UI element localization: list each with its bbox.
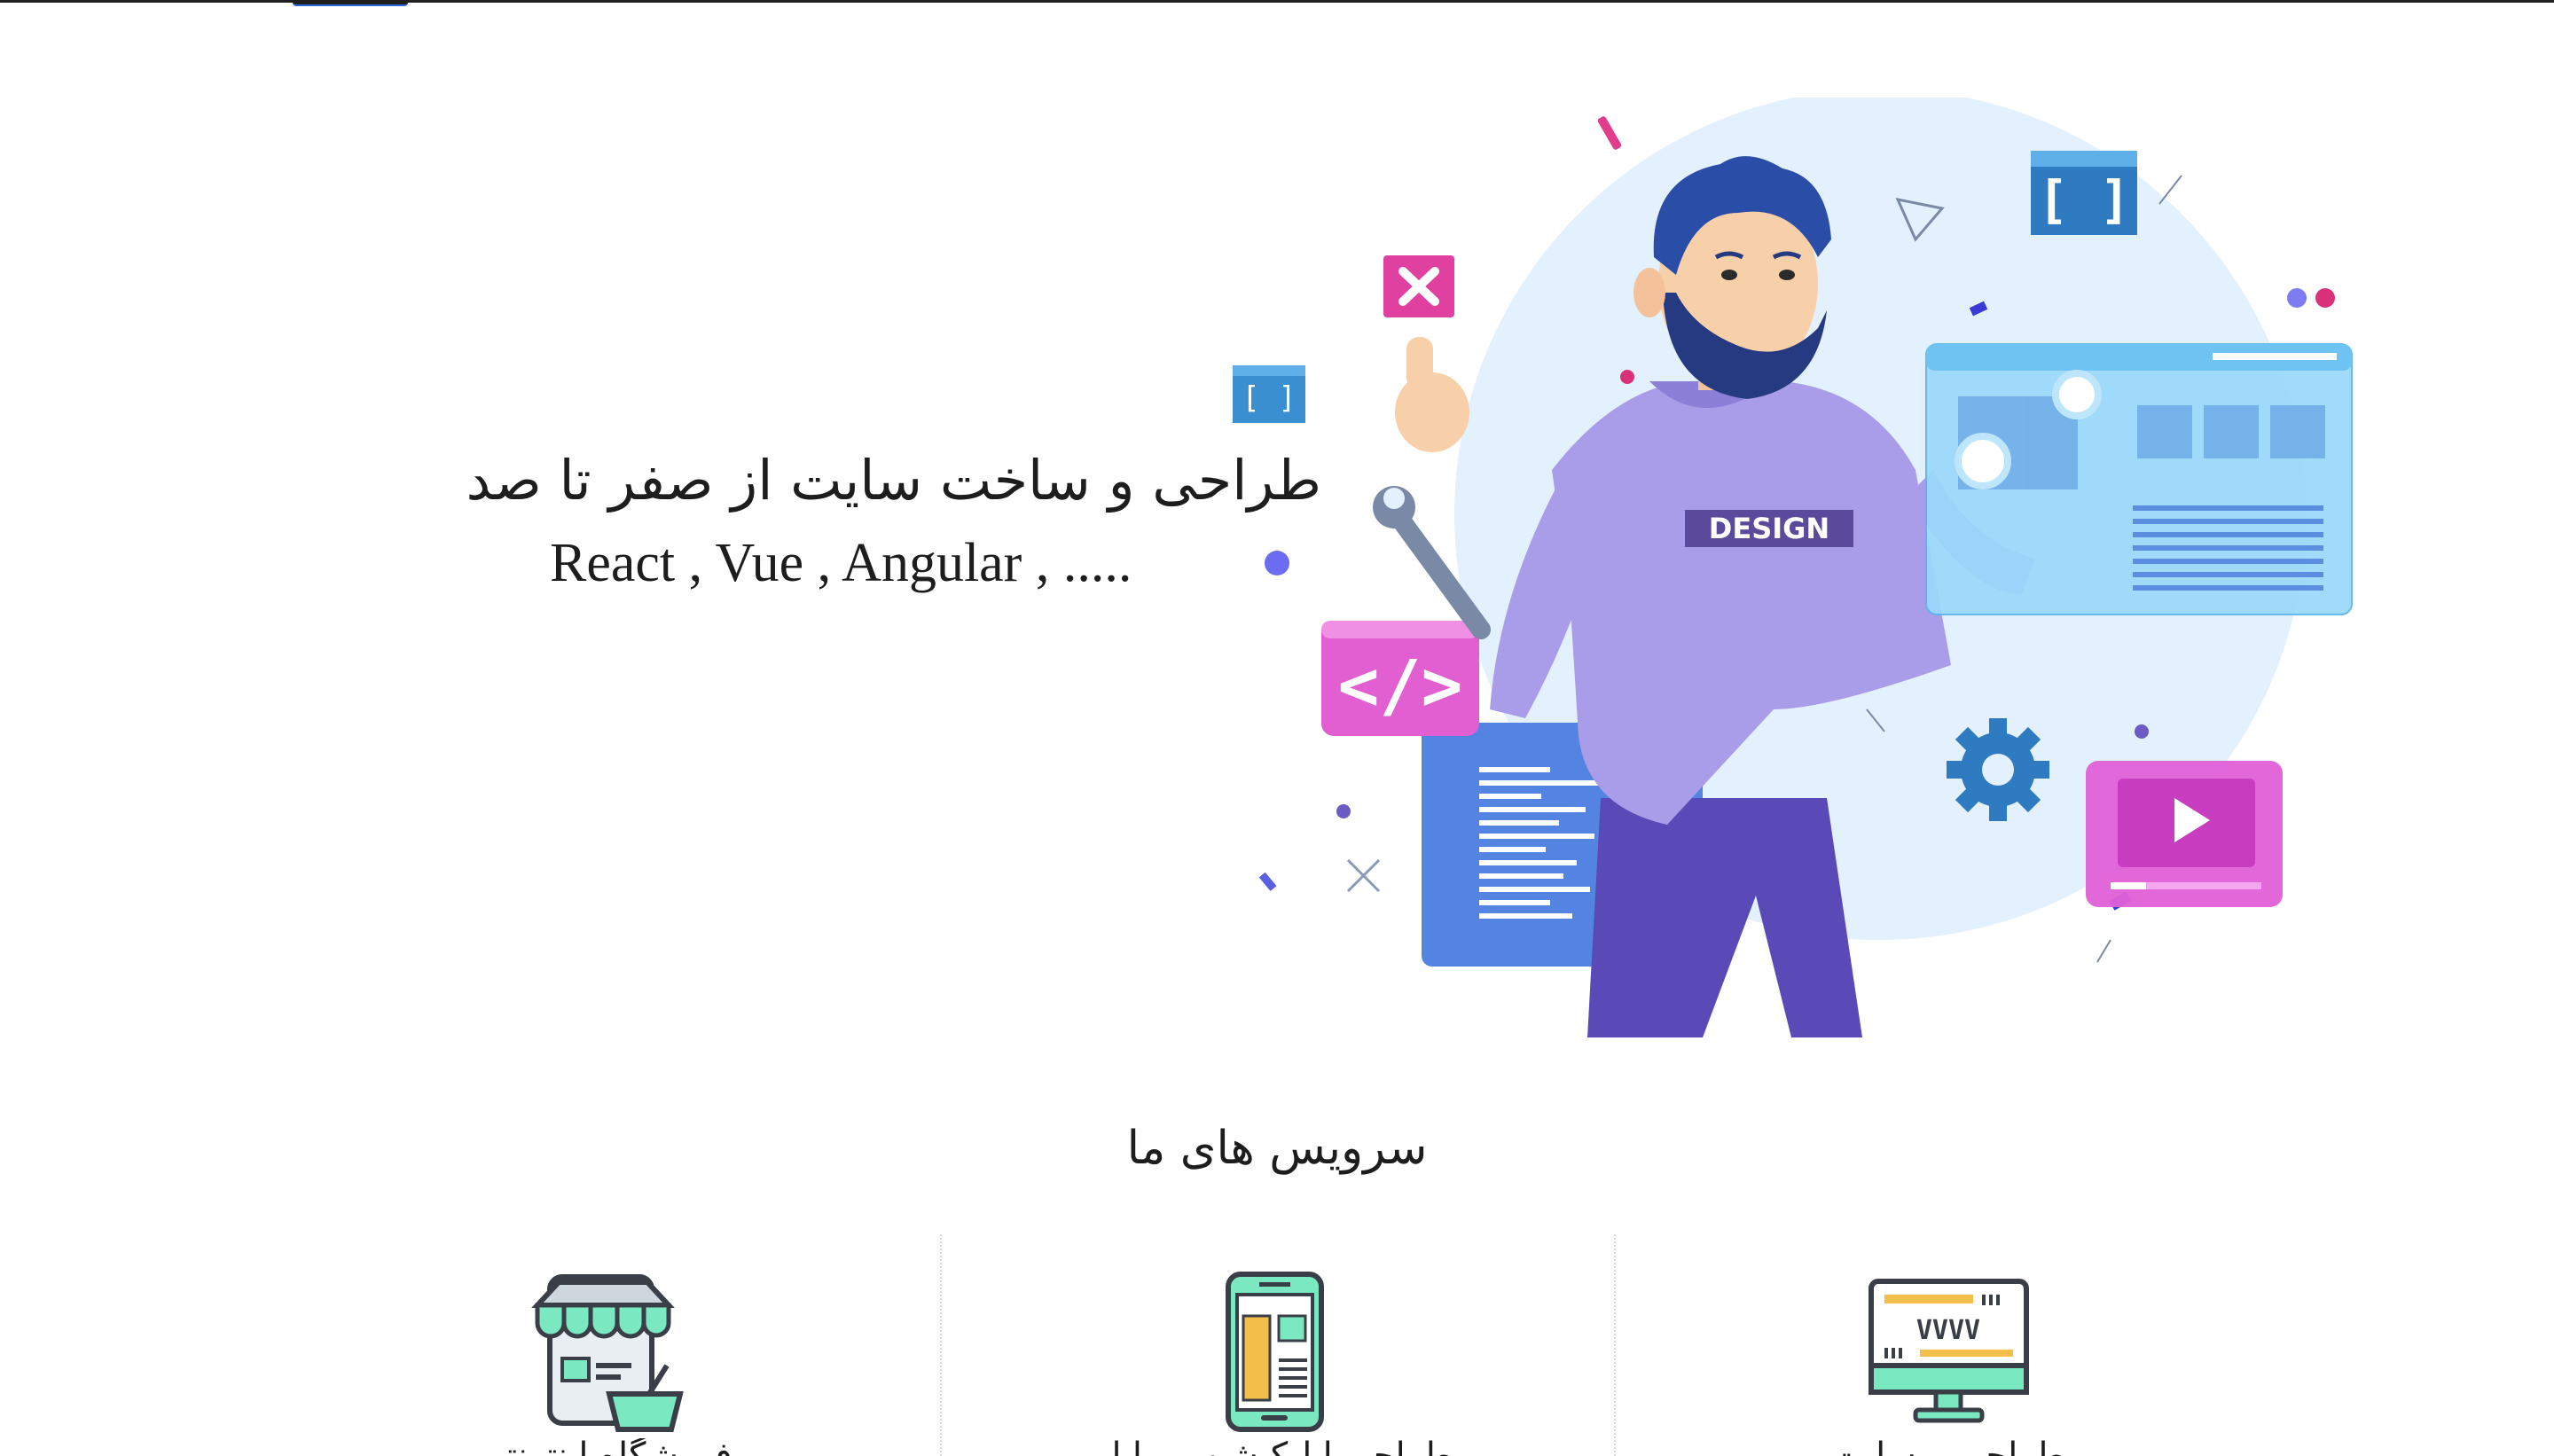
active-nav-indicator[interactable] [293,0,408,6]
hero-subtitle: React , Vue , Angular , ..... [550,533,1132,593]
hero-title: طراحی و ساخت سایت از صفر تا صد [466,448,1321,513]
dash-4 [2096,939,2111,963]
mobile-app-icon[interactable] [1224,1270,1326,1434]
code-tag-card: </> [1321,621,1479,736]
dot-pink [2315,288,2335,308]
services-title: سرویس های ما [1126,1122,1428,1175]
dot-purple-small-2 [2135,724,2149,739]
developer-illustration: [ ] [ ] </> DESIGN [1233,98,2353,1037]
video-player-card [2086,761,2283,907]
confetti-pink [1597,116,1622,150]
dot-purple [2287,288,2307,308]
svg-text:VVVV: VVVV [1916,1315,1980,1346]
x-mark [1346,858,1381,893]
service-caption-website: طراحی وبسایت [1682,1438,2214,1456]
dot-pink-small [1620,370,1634,384]
svg-text:[ ]: [ ] [2038,169,2131,230]
dot-blue [1265,551,1289,575]
storefront-basket-icon[interactable] [525,1270,685,1434]
confetti-blue-3 [1258,872,1277,891]
gear-icon-decoration [1947,718,2049,821]
dash-1 [2158,175,2182,205]
dot-purple-small [1336,804,1351,818]
services-divider-right [1614,1234,1616,1456]
brackets-badge-right: [ ] [2031,151,2137,235]
brackets-badge-left: [ ] [1233,365,1305,423]
service-caption-mobile-app: طراحی اپلیکیشن موبایل [1008,1438,1540,1456]
svg-text:DESIGN: DESIGN [1709,512,1829,545]
close-card [1383,255,1454,317]
svg-text:[ ]: [ ] [1242,380,1296,416]
svg-text:</>: </> [1338,646,1463,726]
service-caption-online-store: فروشگاه اینترنتی [339,1438,871,1456]
browser-window [1925,343,2353,615]
services-divider-left [940,1234,942,1456]
monitor-www-icon[interactable]: VVVV [1867,1277,2031,1428]
